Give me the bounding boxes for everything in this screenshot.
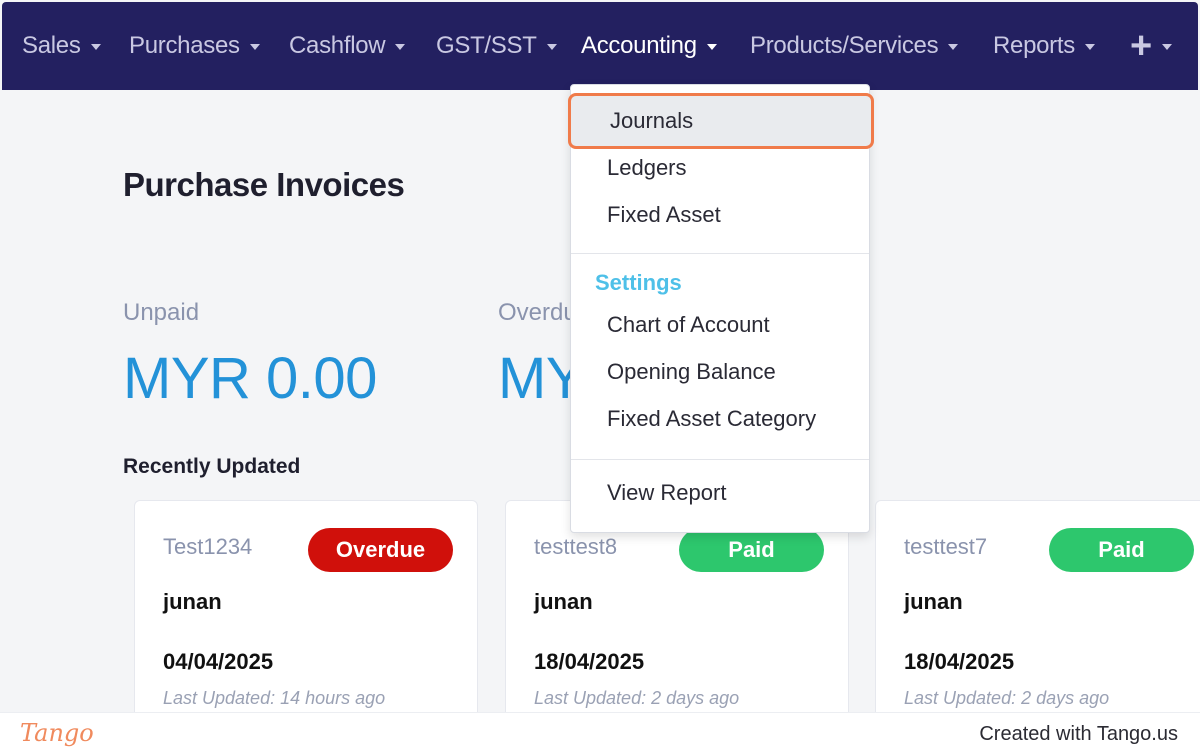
- footer-credit: Created with Tango.us: [979, 723, 1178, 745]
- supplier-name: junan: [904, 589, 963, 614]
- plus-icon: +: [1130, 25, 1152, 67]
- accounting-dropdown-menu: Journals Ledgers Fixed Asset Settings Ch…: [568, 84, 874, 533]
- nav-sales[interactable]: Sales: [22, 30, 101, 62]
- menu-divider: [571, 253, 869, 254]
- menu-item-fixed-asset[interactable]: Fixed Asset: [571, 193, 869, 237]
- menu-item-ledgers[interactable]: Ledgers: [571, 146, 869, 190]
- caret-down-icon: [546, 44, 557, 50]
- invoice-ref: testtest8: [534, 534, 618, 559]
- caret-down-icon: [1084, 44, 1095, 50]
- caret-down-icon: [395, 44, 406, 50]
- top-navbar: Sales Purchases Cashflow GST/SST Account…: [2, 2, 1198, 90]
- nav-sales-label: Sales: [22, 32, 81, 59]
- nav-cashflow-label: Cashflow: [289, 32, 386, 59]
- nav-purchases[interactable]: Purchases: [129, 30, 260, 62]
- invoice-ref: testtest7: [904, 534, 988, 559]
- last-updated: Last Updated: 14 hours ago: [163, 688, 386, 708]
- menu-section-settings: Settings: [595, 270, 682, 295]
- app-window: Sales Purchases Cashflow GST/SST Account…: [0, 0, 1200, 712]
- invoice-date: 18/04/2025: [534, 649, 645, 674]
- nav-cashflow[interactable]: Cashflow: [289, 30, 406, 62]
- status-badge: Overdue: [308, 528, 453, 572]
- last-updated: Last Updated: 2 days ago: [534, 688, 740, 708]
- tango-logo: Tango: [20, 719, 94, 747]
- nav-accounting[interactable]: Accounting: [581, 30, 717, 62]
- caret-down-icon: [249, 44, 260, 50]
- nav-products-services[interactable]: Products/Services: [750, 30, 959, 62]
- menu-item-view-report[interactable]: View Report: [571, 471, 869, 515]
- nav-add[interactable]: +: [1130, 25, 1172, 67]
- status-badge: Paid: [679, 528, 824, 572]
- supplier-name: junan: [163, 589, 222, 614]
- invoice-card[interactable]: testtest7 Paid junan 18/04/2025 Last Upd…: [875, 500, 1200, 712]
- nav-purchases-label: Purchases: [129, 32, 240, 59]
- caret-down-icon: [90, 44, 101, 50]
- last-updated: Last Updated: 2 days ago: [904, 688, 1110, 708]
- tango-footer: Tango Created with Tango.us: [0, 712, 1200, 756]
- invoice-date: 04/04/2025: [163, 649, 274, 674]
- nav-accounting-label: Accounting: [581, 32, 697, 59]
- caret-down-icon: [1161, 44, 1172, 50]
- invoice-card[interactable]: Test1234 Overdue junan 04/04/2025 Last U…: [134, 500, 478, 712]
- nav-reports[interactable]: Reports: [993, 30, 1095, 62]
- menu-item-chart-of-account[interactable]: Chart of Account: [571, 303, 869, 347]
- nav-gst-sst[interactable]: GST/SST: [436, 30, 557, 62]
- page-title: Purchase Invoices: [123, 166, 405, 203]
- invoice-ref: Test1234: [163, 534, 253, 559]
- menu-item-opening-balance[interactable]: Opening Balance: [571, 350, 869, 394]
- recently-updated-title: Recently Updated: [123, 455, 301, 478]
- stat-unpaid-value: MYR 0.00: [123, 346, 377, 411]
- supplier-name: junan: [534, 589, 593, 614]
- stat-unpaid-label: Unpaid: [123, 299, 200, 326]
- caret-down-icon: [706, 44, 717, 50]
- menu-item-fixed-asset-category[interactable]: Fixed Asset Category: [571, 397, 869, 441]
- stat-overdue-label: Overdu: [498, 299, 577, 326]
- nav-reports-label: Reports: [993, 32, 1075, 59]
- status-badge: Paid: [1049, 528, 1194, 572]
- nav-gst-sst-label: GST/SST: [436, 32, 537, 59]
- menu-item-journals[interactable]: Journals: [568, 93, 874, 149]
- invoice-date: 18/04/2025: [904, 649, 1015, 674]
- menu-divider: [571, 459, 869, 460]
- nav-products-services-label: Products/Services: [750, 32, 939, 59]
- caret-down-icon: [948, 44, 959, 50]
